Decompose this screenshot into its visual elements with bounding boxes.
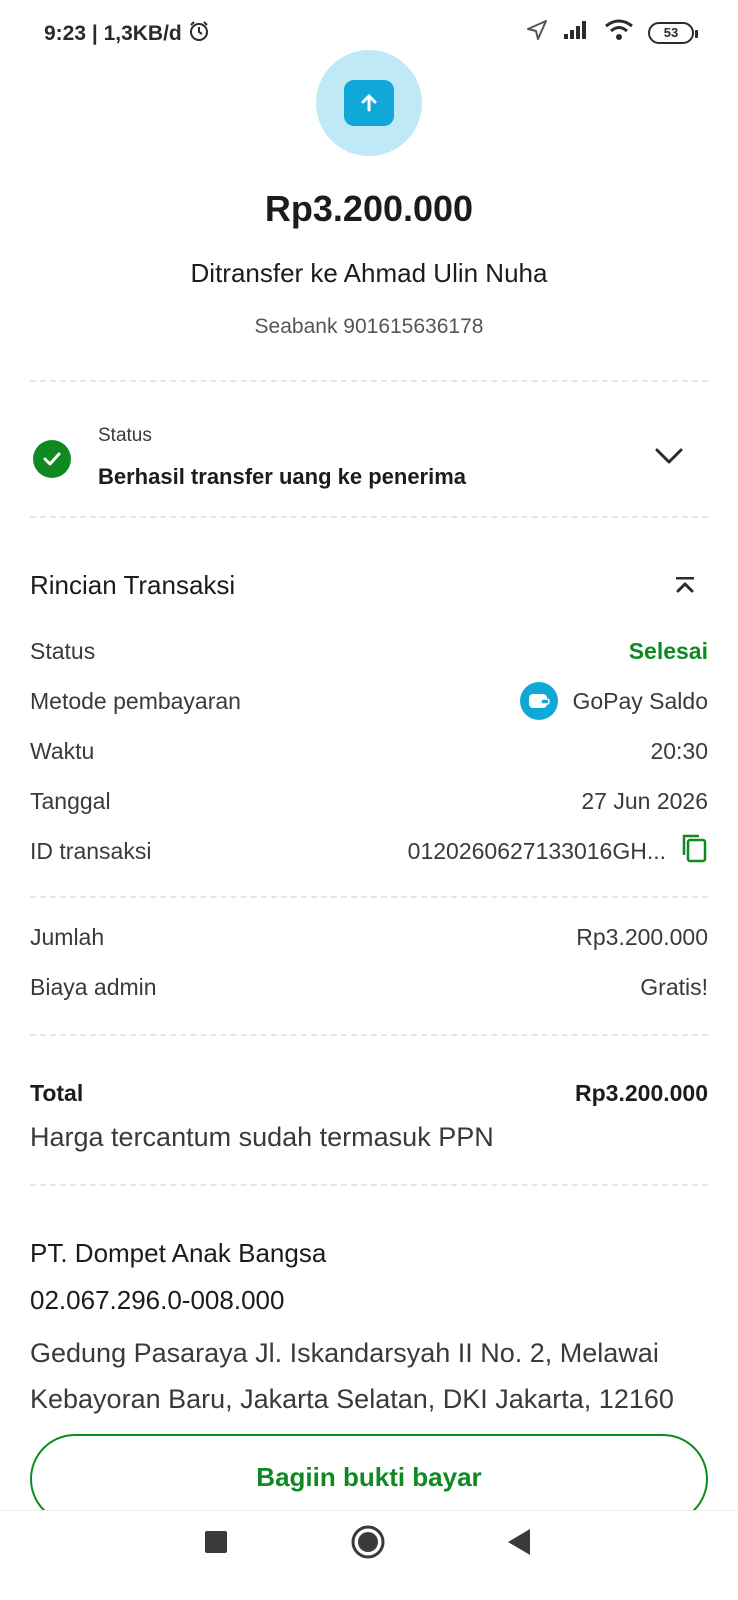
recipient-bank: Seabank 901615636178	[254, 315, 484, 338]
fee-row-amount: Jumlah Rp3.200.000	[30, 919, 708, 955]
home-icon[interactable]	[351, 1525, 385, 1564]
recents-icon[interactable]	[205, 1531, 227, 1553]
detail-value: Selesai	[628, 637, 708, 664]
detail-label: Waktu	[30, 737, 95, 764]
fee-label: Jumlah	[30, 923, 105, 950]
fee-row-admin: Biaya admin Gratis!	[30, 969, 708, 1005]
recipient-name: Ditransfer ke Ahmad Ulin Nuha	[190, 258, 548, 288]
detail-row-transaction-id: ID transaksi 0120260627133016GH...	[30, 833, 708, 869]
success-check-icon	[33, 440, 71, 478]
status-bar-left: 9:23 | 1,3KB/d	[44, 20, 210, 48]
detail-value: 0120260627133016GH...	[407, 837, 666, 864]
transfer-amount: Rp3.200.000	[264, 188, 474, 229]
status-bar-right: 53	[526, 18, 698, 47]
fee-value: Rp3.200.000	[576, 923, 708, 950]
location-icon	[526, 19, 548, 46]
detail-label: Metode pembayaran	[30, 687, 241, 714]
detail-label: Status	[30, 637, 96, 664]
address-line: Gedung Pasaraya Jl. Iskandarsyah II No. …	[30, 1338, 659, 1368]
fee-value: Gratis!	[640, 973, 708, 1000]
status-label: Status	[98, 425, 152, 446]
system-nav-bar	[0, 1510, 738, 1600]
total-row: Total Rp3.200.000	[30, 1080, 708, 1107]
transaction-id-value: 0120260627133016GH...	[408, 833, 708, 869]
divider	[30, 380, 708, 382]
address-line: Kebayoran Baru, Jakarta Selatan, DKI Jak…	[30, 1384, 674, 1414]
detail-value: 27 Jun 2026	[581, 787, 708, 814]
section-title: Rincian Transaksi	[30, 570, 236, 600]
transfer-icon-badge	[316, 50, 422, 156]
divider	[30, 896, 708, 898]
tax-note: Harga tercantum sudah termasuk PPN	[30, 1122, 494, 1152]
fee-label: Biaya admin	[30, 973, 157, 1000]
alarm-icon	[188, 20, 210, 48]
company-npwp: 02.067.296.0-008.000	[30, 1285, 285, 1315]
back-icon[interactable]	[506, 1527, 532, 1562]
detail-row-date: Tanggal 27 Jun 2026	[30, 783, 708, 819]
detail-value: GoPay Saldo	[572, 687, 708, 714]
arrow-up-icon	[344, 80, 394, 126]
detail-value: 20:30	[650, 737, 708, 764]
divider	[30, 1034, 708, 1036]
total-label: Total	[30, 1080, 84, 1106]
detail-row-status: Status Selesai	[30, 633, 708, 669]
collapse-icon[interactable]	[674, 576, 696, 600]
battery-icon: 53	[648, 21, 698, 44]
signal-icon	[562, 19, 590, 46]
payment-method-value: GoPay Saldo	[520, 682, 708, 720]
copy-icon[interactable]	[680, 833, 708, 869]
total-value: Rp3.200.000	[575, 1080, 708, 1106]
divider	[30, 516, 708, 518]
company-address: Gedung Pasaraya Jl. Iskandarsyah II No. …	[30, 1330, 720, 1422]
detail-label: Tanggal	[30, 787, 111, 814]
divider	[30, 1184, 708, 1186]
wifi-icon	[604, 18, 634, 47]
wallet-icon	[520, 682, 559, 720]
chevron-down-icon[interactable]	[654, 446, 684, 471]
status-value: Berhasil transfer uang ke penerima	[98, 464, 467, 489]
detail-row-time: Waktu 20:30	[30, 733, 708, 769]
detail-label: ID transaksi	[30, 837, 152, 864]
status-time: 9:23 | 1,3KB/d	[44, 22, 182, 45]
detail-row-payment-method: Metode pembayaran GoPay Saldo	[30, 682, 708, 720]
company-name: PT. Dompet Anak Bangsa	[30, 1238, 327, 1268]
